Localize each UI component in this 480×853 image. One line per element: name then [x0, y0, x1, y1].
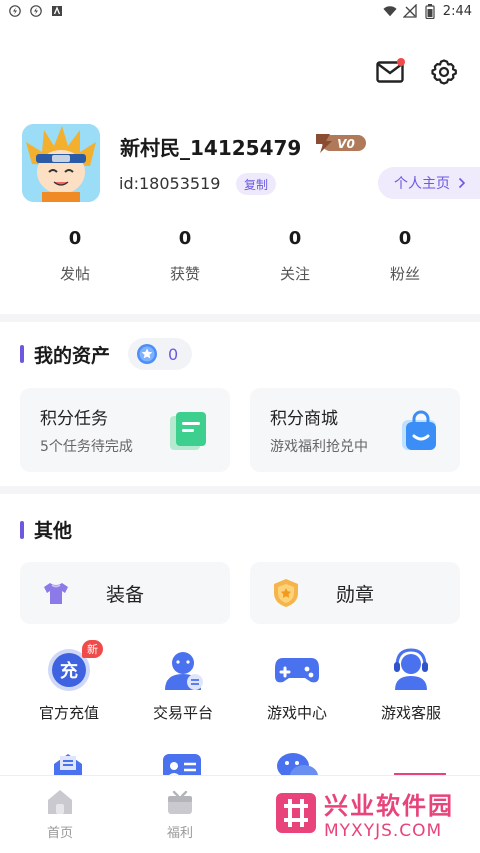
- watermark-url: MYXYJS.COM: [324, 820, 443, 841]
- chevron-right-icon: [458, 177, 466, 189]
- home-icon: [48, 790, 72, 814]
- grid-label: 游戏中心: [266, 704, 327, 722]
- stats-row: 0 发帖 0 获赞 0 关注 0 粉丝: [0, 228, 480, 284]
- stat-label: 粉丝: [389, 265, 420, 283]
- stat-posts[interactable]: 0 发帖: [20, 228, 130, 284]
- stat-label: 获赞: [169, 265, 200, 283]
- game-support[interactable]: 游戏客服: [354, 646, 468, 723]
- stat-value: 0: [398, 228, 412, 249]
- personal-homepage-button[interactable]: 个人主页: [378, 167, 480, 199]
- stat-value: 0: [68, 228, 82, 249]
- username: 新村民_14125479: [120, 136, 302, 160]
- unread-dot: [397, 58, 405, 66]
- task-list-icon: [170, 412, 206, 450]
- assets-title: 我的资产: [34, 344, 111, 367]
- points-tasks-card[interactable]: 积分任务 5个任务待完成: [20, 388, 230, 472]
- equipment-button[interactable]: 装备: [20, 562, 230, 624]
- settings-button[interactable]: [428, 56, 460, 88]
- section-accent-bar: [20, 520, 24, 539]
- points-mall-card[interactable]: 积分商城 游戏福利抢兑中: [250, 388, 460, 472]
- stat-value: 0: [178, 228, 192, 249]
- card-subtitle: 5个任务待完成: [40, 439, 133, 455]
- card-title: 积分任务: [40, 409, 108, 429]
- flash-icon: [8, 4, 22, 18]
- site-watermark: 兴业软件园 MYXYJS.COM: [270, 780, 480, 846]
- grid-label: 游戏客服: [380, 704, 441, 722]
- tshirt-icon: [44, 583, 68, 604]
- vip-badge: V0: [312, 132, 368, 154]
- status-bar: 2:44: [0, 0, 480, 22]
- stat-label: 关注: [279, 265, 310, 283]
- svg-text:充: 充: [60, 660, 78, 682]
- grid-label: 官方充值: [38, 704, 99, 722]
- top-actions: [374, 56, 460, 88]
- services-grid: 充 新 官方充值 交易平台 游戏中心 游戏客服: [0, 640, 480, 723]
- vip-level: V0: [337, 137, 355, 151]
- flash-icon: [29, 4, 43, 18]
- other-header: 其他: [20, 516, 72, 543]
- card-subtitle: 游戏福利抢兑中: [270, 439, 368, 455]
- new-badge: 新: [82, 640, 103, 658]
- avatar[interactable]: [22, 124, 100, 202]
- section-divider: [0, 486, 480, 494]
- stat-label: 发帖: [59, 265, 90, 283]
- other-title: 其他: [34, 520, 73, 542]
- gift-box-icon: [168, 790, 192, 814]
- card-title: 积分商城: [270, 409, 338, 429]
- copy-id-button[interactable]: 复制: [236, 173, 277, 195]
- assets-header: 我的资产 0: [20, 338, 193, 370]
- battery-icon: [423, 3, 437, 19]
- section-divider: [0, 314, 480, 322]
- gamepad-icon: [275, 658, 319, 683]
- stat-following[interactable]: 0 关注: [240, 228, 350, 284]
- tab-label: 首页: [46, 826, 73, 841]
- personal-homepage-label: 个人主页: [394, 176, 450, 192]
- watermark-logo-icon: [276, 793, 316, 833]
- tab-home[interactable]: 首页: [30, 788, 90, 841]
- section-accent-bar: [20, 345, 24, 363]
- app-notification-icon: [50, 4, 64, 18]
- no-signal-icon: [402, 4, 417, 18]
- profile-header: 新村民_14125479 V0 id:18053519 复制 个人主页: [22, 124, 480, 204]
- trade-icon: [165, 652, 203, 690]
- stat-likes[interactable]: 0 获赞: [130, 228, 240, 284]
- headset-icon: [394, 648, 428, 690]
- stat-fans[interactable]: 0 粉丝: [350, 228, 460, 284]
- coin-count: 0: [168, 344, 179, 364]
- mail-button[interactable]: [374, 56, 406, 88]
- clock: 2:44: [442, 3, 472, 19]
- shopping-bag-icon: [402, 410, 436, 450]
- wifi-icon: [383, 4, 397, 18]
- user-id: id:18053519: [119, 174, 221, 193]
- grid-label: 交易平台: [152, 704, 213, 722]
- star-coin-icon: [137, 344, 158, 364]
- game-center[interactable]: 游戏中心: [240, 646, 354, 723]
- medal-icon: [274, 579, 298, 607]
- coin-balance[interactable]: 0: [128, 338, 193, 370]
- stat-value: 0: [288, 228, 302, 249]
- tab-label: 福利: [166, 826, 193, 841]
- tab-welfare[interactable]: 福利: [150, 788, 210, 841]
- gear-icon: [431, 59, 457, 85]
- medal-button[interactable]: 勋章: [250, 562, 460, 624]
- official-recharge[interactable]: 充 新 官方充值: [12, 640, 126, 723]
- trading-platform[interactable]: 交易平台: [126, 646, 240, 723]
- watermark-title: 兴业软件园: [324, 791, 454, 820]
